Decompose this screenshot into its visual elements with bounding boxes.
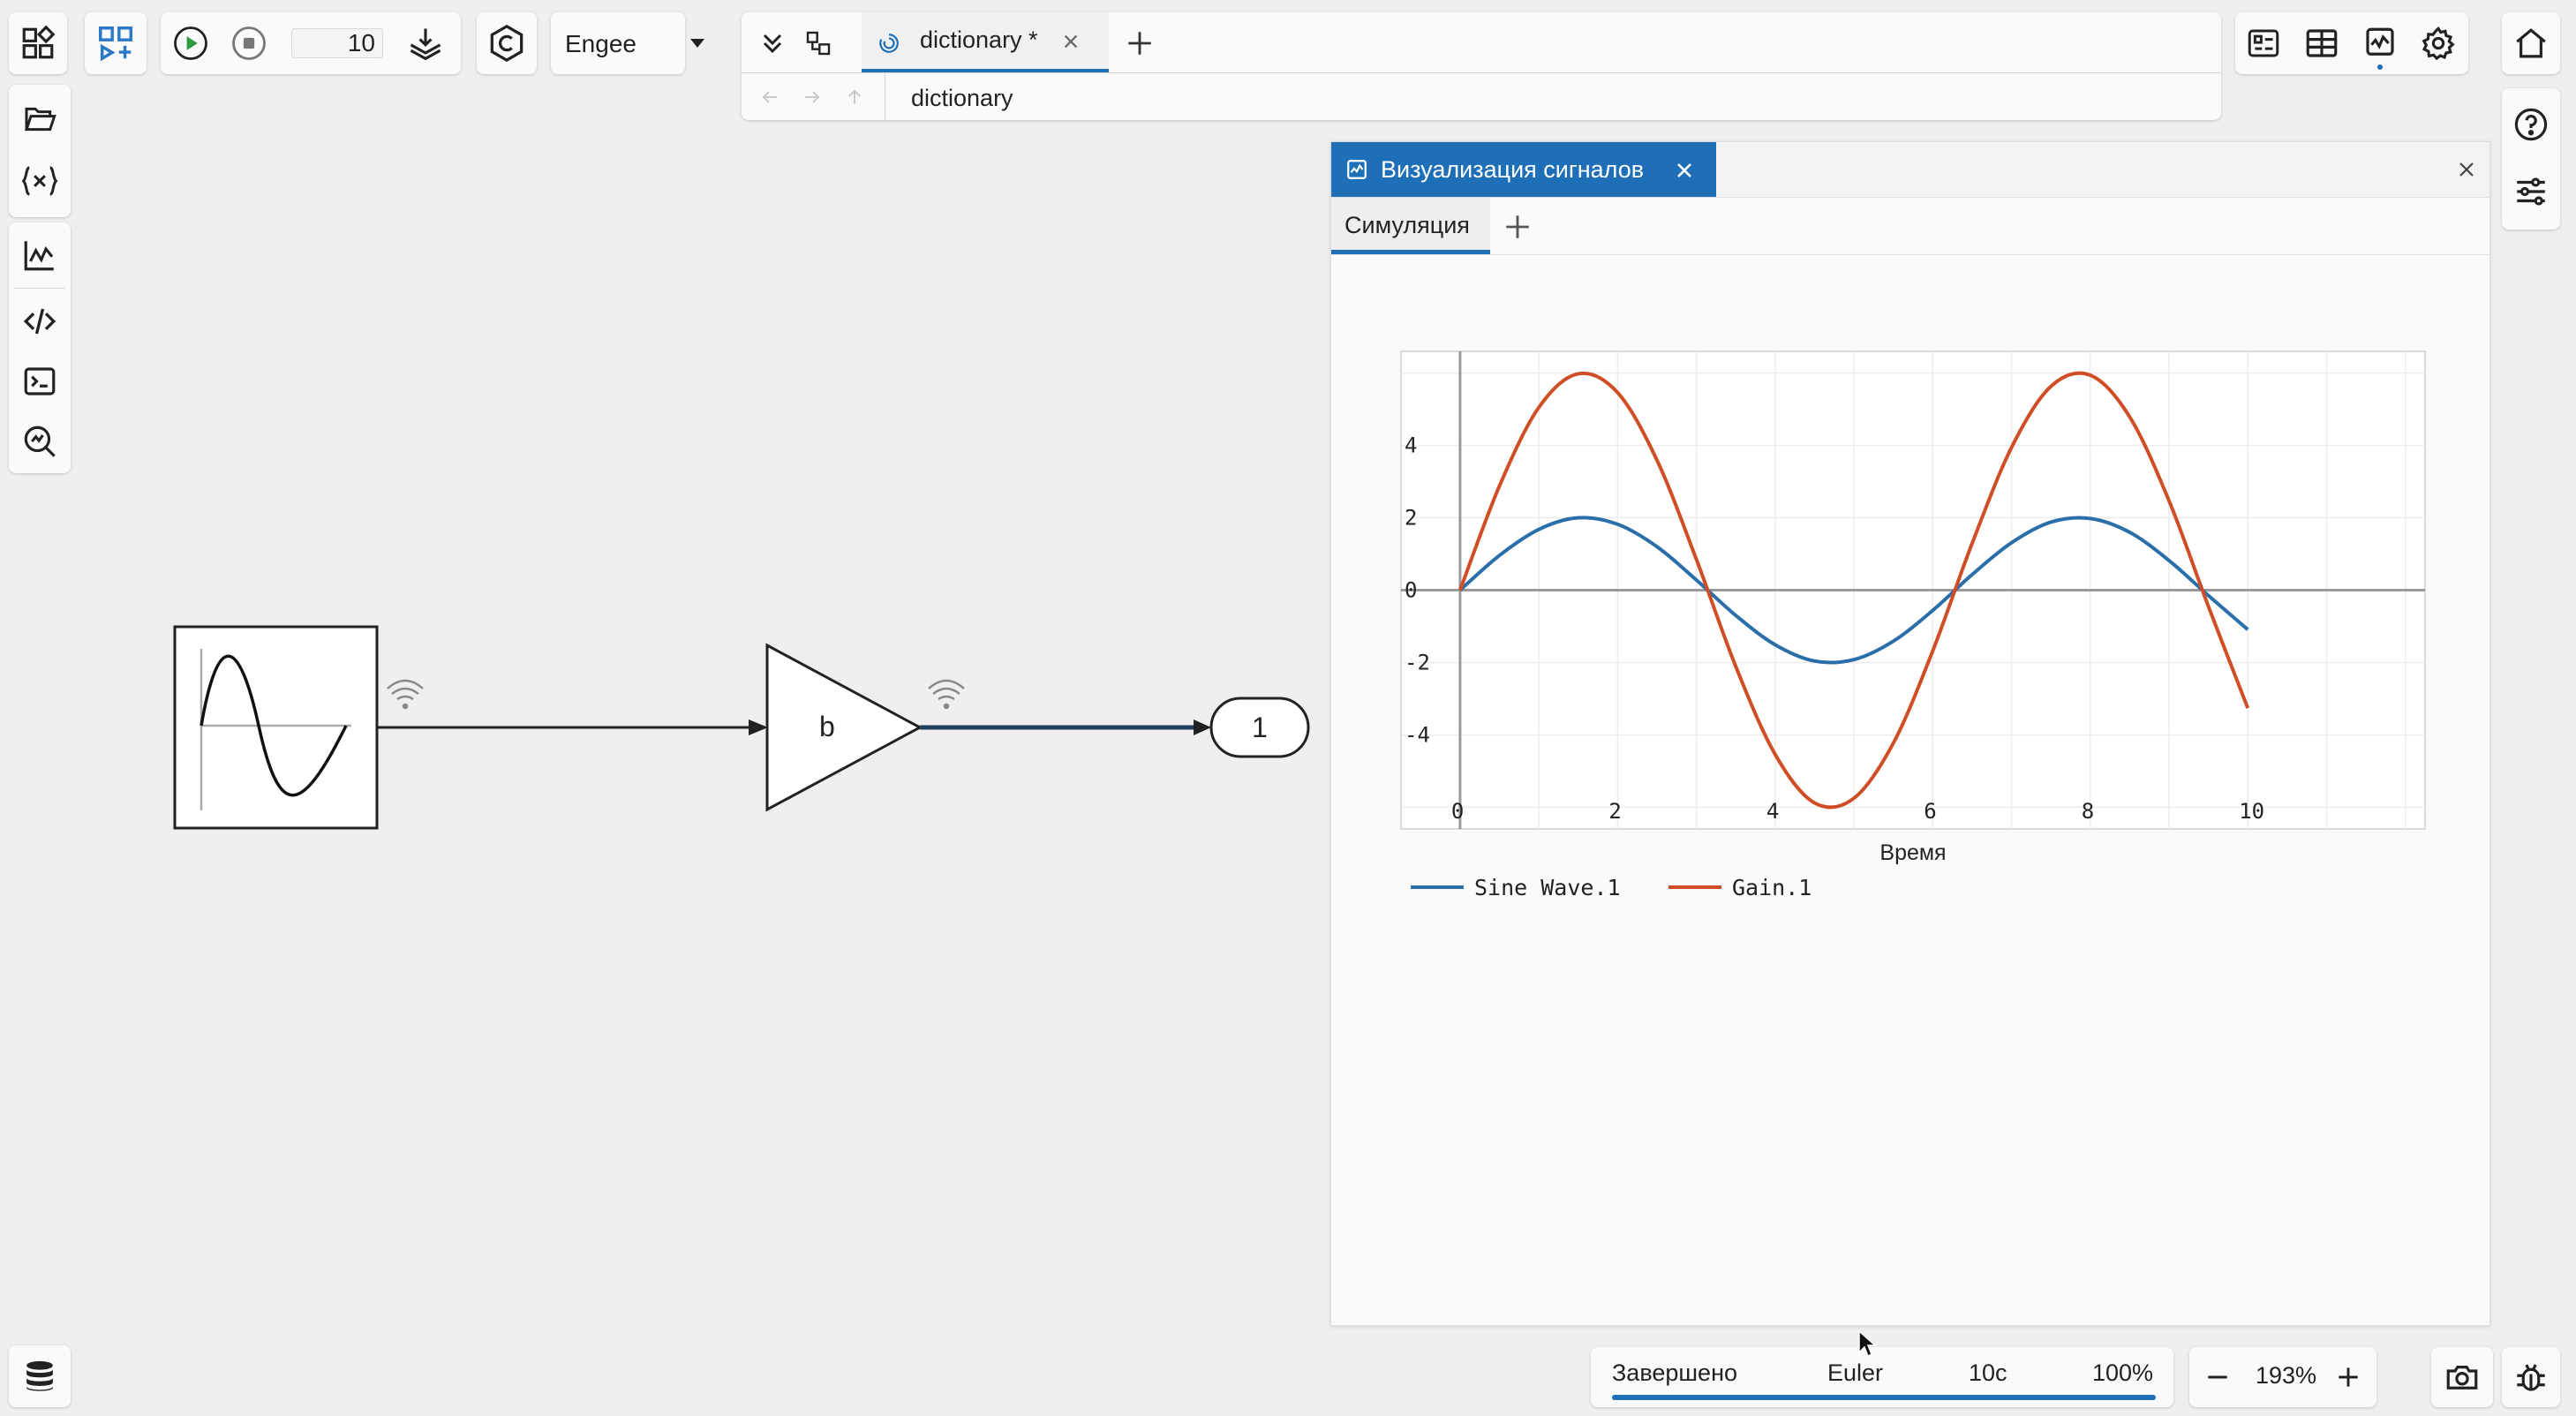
- zoom-level: 193%: [2256, 1362, 2317, 1389]
- x-tick-label: 10: [2239, 799, 2264, 824]
- x-tick-label: 2: [1608, 799, 1621, 824]
- variables-panel-icon: [2248, 29, 2279, 57]
- signal-wifi-icon-2: [928, 679, 965, 710]
- gear-icon: [2422, 26, 2455, 61]
- home-group: [2502, 12, 2560, 74]
- x-tick-label: 0: [1451, 799, 1464, 824]
- x-tick-label: 8: [2082, 799, 2094, 824]
- signal-visualization-panel: Визуализация сигналов Симуляция 0 2 4 6 8 10 4…: [1330, 141, 2490, 1326]
- legend-label: Gain.1: [1732, 875, 1811, 900]
- signal-line-2[interactable]: [920, 719, 1211, 735]
- x-tick-label: 4: [1766, 799, 1779, 824]
- signal-chart[interactable]: 0 2 4 6 8 10 4 2 0 -2 -4 Время Sine Wave.1 Gain.1: [1331, 142, 2489, 1325]
- y-tick-label: -4: [1405, 722, 1430, 747]
- sliders-icon: [2517, 177, 2545, 206]
- gain-label: b: [819, 711, 835, 742]
- settings-button[interactable]: [2414, 19, 2463, 68]
- y-tick-label: -2: [1405, 650, 1430, 674]
- simulation-time: 10c: [1969, 1360, 2007, 1386]
- minus-icon: [2208, 1375, 2227, 1379]
- progress-percent: 100%: [2092, 1360, 2154, 1386]
- screenshot-group: [2431, 1347, 2493, 1407]
- top-right-toolbar: [2235, 12, 2468, 74]
- y-tick-label: 0: [1405, 578, 1417, 603]
- progress-bar-fill: [1612, 1395, 2156, 1400]
- progress-bar-track: [1612, 1395, 2156, 1400]
- x-axis-label: Время: [1879, 840, 1946, 865]
- bug-icon: [2517, 1364, 2545, 1391]
- chart-legend: Sine Wave.1 Gain.1: [1411, 875, 1811, 900]
- x-tick-label: 6: [1924, 799, 1936, 824]
- camera-icon: [2446, 1366, 2478, 1390]
- y-tick-label: 2: [1405, 506, 1417, 531]
- properties-button[interactable]: [2502, 162, 2560, 221]
- debug-group: [2502, 1347, 2560, 1407]
- help-icon: [2514, 108, 2548, 141]
- active-indicator-dot: [2377, 64, 2383, 70]
- zoom-in-button[interactable]: [2324, 1352, 2373, 1402]
- home-icon: [2516, 28, 2546, 58]
- signal-graph-icon: [2366, 27, 2394, 56]
- mouse-cursor-icon: [1858, 1329, 1877, 1358]
- data-inspector-button[interactable]: [2239, 19, 2288, 68]
- debug-button[interactable]: [2502, 1347, 2560, 1407]
- right-sidebar: [2502, 88, 2560, 230]
- sine-wave-block[interactable]: [173, 625, 379, 830]
- signal-wifi-icon: [387, 679, 424, 710]
- signal-line-1[interactable]: [378, 719, 768, 735]
- zoom-out-button[interactable]: [2193, 1352, 2242, 1402]
- outport-label: 1: [1252, 712, 1268, 743]
- legend-label: Sine Wave.1: [1474, 875, 1621, 900]
- screenshot-button[interactable]: [2431, 1347, 2493, 1407]
- table-view-button[interactable]: [2297, 19, 2346, 68]
- gain-block[interactable]: [765, 643, 923, 812]
- zoom-controls: 193%: [2189, 1347, 2376, 1407]
- signal-visualization-button[interactable]: [2355, 19, 2405, 70]
- status-bar: Завершено Euler 10c 100%: [1591, 1347, 2173, 1407]
- solver-name: Euler: [1827, 1360, 1884, 1386]
- simulation-status: Завершено: [1612, 1360, 1738, 1386]
- plus-icon: [2339, 1367, 2358, 1387]
- help-button[interactable]: [2502, 95, 2560, 154]
- home-button[interactable]: [2502, 12, 2560, 74]
- table-icon: [2306, 29, 2338, 57]
- model-canvas[interactable]: b 1: [0, 0, 1324, 1416]
- y-tick-label: 4: [1405, 433, 1417, 458]
